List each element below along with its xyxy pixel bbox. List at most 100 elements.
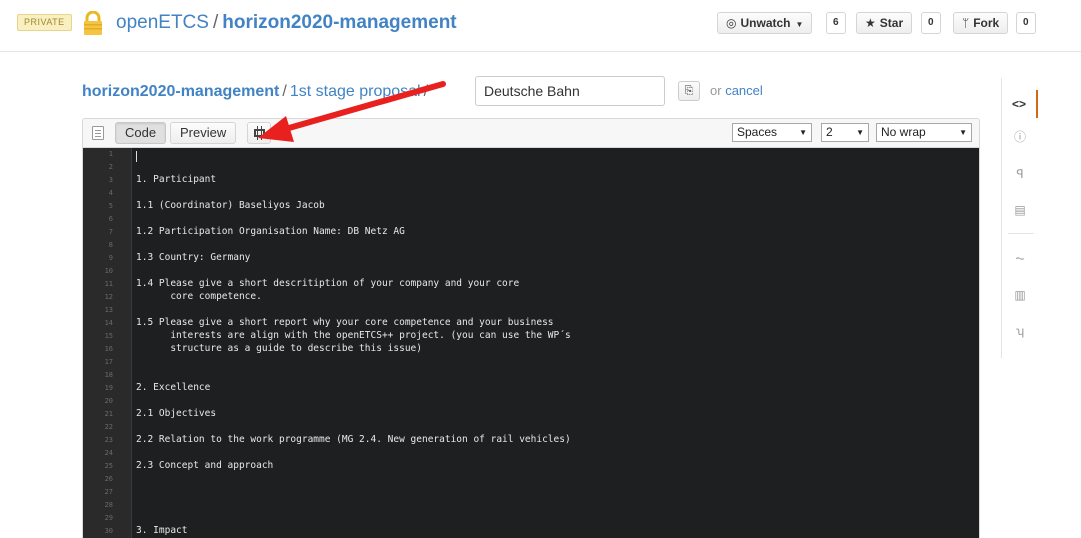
chevron-down-icon: ▼ — [795, 20, 804, 29]
repo-header: PRIVATE openETCS / horizon2020-management … — [0, 0, 1081, 52]
line-text: 1.5 Please give a short report why your … — [136, 317, 554, 328]
code-line: 16 structure as a guide to describe this… — [83, 343, 979, 354]
graphs-icon[interactable]: ▥ — [1002, 281, 1038, 309]
fork-button[interactable]: ᛘ Fork — [953, 12, 1009, 34]
code-line: 21 2.1 Objectives — [83, 409, 979, 419]
pull-requests-icon[interactable]: ꟼ — [1002, 160, 1038, 188]
code-line: 11 1.4 Please give a short descritiption … — [83, 278, 979, 289]
sidebar-divider — [1008, 233, 1034, 234]
code-line: 15 interests are align with the openETCS… — [83, 330, 979, 341]
filename-input[interactable] — [475, 76, 665, 106]
cancel-text: or cancel — [710, 83, 763, 98]
eye-icon: ◎ — [726, 16, 737, 30]
code-line: 17 — [83, 358, 979, 367]
indent-size-select[interactable]: 2 ▼ — [821, 123, 869, 142]
code-line: 7 1.2 Participation Organisation Name: DB… — [83, 226, 979, 237]
file-text-icon — [92, 126, 104, 140]
line-number: 11 — [104, 280, 113, 288]
line-number: 28 — [104, 501, 113, 509]
line-number: 26 — [104, 475, 113, 483]
code-icon[interactable]: <> — [1002, 90, 1038, 118]
code-editor-area[interactable]: 1 2 3 1. Participant 4 5 1.1 (Coordinator) Bas… — [83, 148, 979, 538]
line-number: 1 — [108, 150, 113, 158]
repo-nav-sidebar: <> ⓘ ꟼ ▤ ⏦ ▥ ʮ — [1001, 78, 1038, 358]
line-text: 1.3 Country: Germany — [136, 252, 251, 263]
line-number: 16 — [104, 345, 113, 353]
star-label: Star — [879, 16, 904, 30]
indent-mode-select[interactable]: Spaces ▼ — [732, 123, 812, 142]
line-number: 25 — [104, 462, 113, 470]
code-line: 6 — [83, 215, 979, 224]
code-line: 18 — [83, 371, 979, 380]
line-text: core competence. — [136, 291, 262, 302]
pulse-icon[interactable]: ⏦ — [1002, 244, 1038, 272]
star-button[interactable]: ★ Star — [856, 12, 913, 34]
code-line: 28 — [83, 501, 979, 510]
line-number: 30 — [104, 527, 113, 535]
line-number: 14 — [104, 319, 113, 327]
caret-down-icon: ▼ — [799, 128, 807, 137]
line-text: 1.4 Please give a short descritiption of… — [136, 278, 520, 289]
repo-link[interactable]: horizon2020-management — [222, 12, 456, 33]
issues-icon[interactable]: ⓘ — [1002, 123, 1038, 151]
wrap-mode-value: No wrap — [881, 125, 926, 139]
line-number: 8 — [108, 241, 113, 249]
owner-link[interactable]: openETCS — [116, 12, 209, 33]
code-line: 30 3. Impact — [83, 526, 979, 536]
fork-label: Fork — [973, 16, 1000, 30]
code-line: 3 1. Participant — [83, 174, 979, 185]
code-line: 26 — [83, 475, 979, 484]
line-number: 13 — [104, 306, 113, 314]
code-line: 1 — [83, 150, 979, 159]
tab-preview[interactable]: Preview — [170, 122, 237, 144]
watch-count[interactable]: 6 — [826, 12, 846, 34]
wrap-mode-select[interactable]: No wrap ▼ — [876, 123, 972, 142]
wiki-icon[interactable]: ▤ — [1002, 196, 1038, 224]
line-number: 27 — [104, 488, 113, 496]
repo-title: openETCS / horizon2020-management — [116, 11, 457, 35]
code-line: 5 1.1 (Coordinator) Baseliyos Jacob — [83, 201, 979, 211]
unwatch-button[interactable]: ◎ Unwatch ▼ — [717, 12, 813, 34]
line-number: 18 — [104, 371, 113, 379]
line-text: 1.2 Participation Organisation Name: DB … — [136, 226, 405, 237]
caret-down-icon: ▼ — [959, 128, 967, 137]
code-line: 9 1.3 Country: Germany — [83, 252, 979, 263]
star-count[interactable]: 0 — [921, 12, 941, 34]
line-number: 10 — [104, 267, 113, 275]
line-number: 17 — [104, 358, 113, 366]
indent-mode-value: Spaces — [737, 125, 778, 139]
code-line: 27 — [83, 488, 979, 497]
line-number: 23 — [104, 436, 113, 444]
line-number: 7 — [108, 228, 113, 236]
title-separator: / — [212, 12, 219, 33]
caret-down-icon: ▼ — [856, 128, 864, 137]
clipboard-icon: ⎘ — [684, 85, 694, 97]
line-text: 2.3 Concept and approach — [136, 460, 274, 471]
network-icon[interactable]: ʮ — [1002, 317, 1038, 345]
line-number: 19 — [104, 384, 113, 392]
annotation-arrow — [258, 81, 446, 142]
fork-count[interactable]: 0 — [1016, 12, 1036, 34]
copy-path-button[interactable]: ⎘ — [678, 81, 700, 101]
code-line: 2 — [83, 163, 979, 172]
lock-icon — [84, 11, 102, 35]
cancel-link[interactable]: cancel — [725, 83, 763, 98]
line-number: 5 — [108, 202, 113, 210]
private-badge: PRIVATE — [17, 14, 72, 31]
code-line: 24 — [83, 449, 979, 458]
line-text: 2. Excellence — [136, 382, 211, 393]
line-number: 6 — [108, 215, 113, 223]
code-line: 10 — [83, 267, 979, 276]
line-text: 1. Participant — [136, 174, 217, 185]
line-number: 12 — [104, 293, 113, 301]
line-number: 3 — [108, 176, 113, 184]
star-icon: ★ — [865, 16, 876, 30]
fork-icon: ᛘ — [962, 16, 970, 30]
tab-code[interactable]: Code — [115, 122, 167, 144]
line-number: 24 — [104, 449, 113, 457]
line-text: interests are align with the openETCS++ … — [136, 330, 571, 341]
line-number: 22 — [104, 423, 113, 431]
line-text: structure as a guide to describe this is… — [136, 343, 422, 354]
code-line: 23 2.2 Relation to the work programme (MG… — [83, 435, 979, 445]
line-number: 29 — [104, 514, 113, 522]
